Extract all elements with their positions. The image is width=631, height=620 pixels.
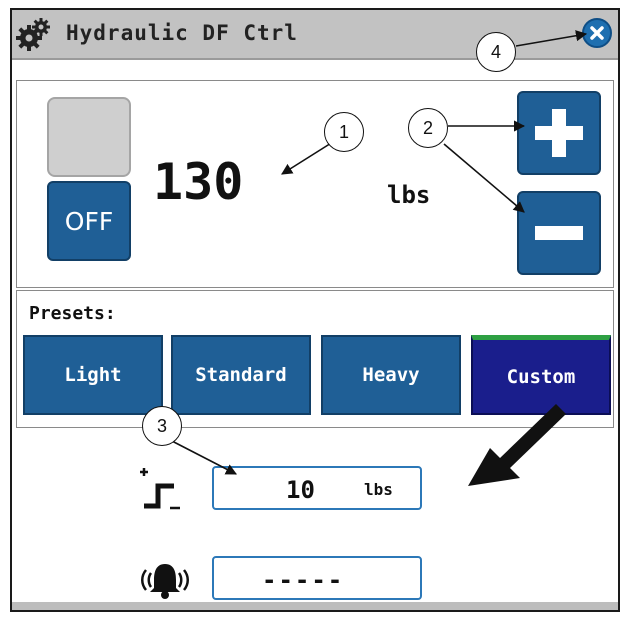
presets-label: Presets:	[29, 303, 116, 324]
force-value: 130	[153, 153, 244, 211]
decrease-button[interactable]	[517, 191, 601, 275]
callout-2: 2	[408, 108, 448, 148]
toggle-off-button[interactable]: OFF	[47, 181, 131, 261]
plus-icon	[535, 109, 583, 157]
callout-1: 1	[324, 112, 364, 152]
step-increment-icon	[134, 466, 184, 512]
window-title: Hydraulic DF Ctrl	[66, 21, 298, 45]
gear-icon	[16, 16, 52, 52]
increase-button[interactable]	[517, 91, 601, 175]
force-control-panel: OFF 130 lbs	[16, 80, 614, 288]
increment-value: 10	[286, 476, 315, 504]
preset-label: Heavy	[362, 364, 420, 386]
presets-panel: Presets: Light Standard Heavy Custom	[16, 290, 614, 428]
preset-light-button[interactable]: Light	[23, 335, 163, 415]
preset-heavy-button[interactable]: Heavy	[321, 335, 461, 415]
title-bar: Hydraulic DF Ctrl	[12, 10, 618, 60]
preset-label: Custom	[506, 365, 576, 388]
preset-custom-button[interactable]: Custom	[471, 335, 611, 415]
alarm-threshold-field[interactable]: -----	[212, 556, 422, 600]
alarm-bell-icon	[138, 560, 192, 600]
toggle-label: OFF	[64, 206, 114, 236]
preset-label: Standard	[195, 364, 287, 386]
app-window: Hydraulic DF Ctrl OFF 130 lbs Presets: L…	[10, 8, 620, 612]
toggle-on-state[interactable]	[47, 97, 131, 177]
minus-icon	[535, 226, 583, 240]
close-button[interactable]	[582, 18, 612, 48]
bottom-bar	[12, 602, 618, 610]
preset-standard-button[interactable]: Standard	[171, 335, 311, 415]
force-unit: lbs	[387, 181, 431, 209]
increment-unit: lbs	[364, 480, 393, 499]
preset-label: Light	[64, 364, 122, 386]
increment-field[interactable]: 10 lbs	[212, 466, 422, 510]
callout-3: 3	[142, 406, 182, 446]
alarm-threshold-value: -----	[262, 566, 345, 594]
close-icon	[590, 26, 604, 40]
callout-4: 4	[476, 32, 516, 72]
